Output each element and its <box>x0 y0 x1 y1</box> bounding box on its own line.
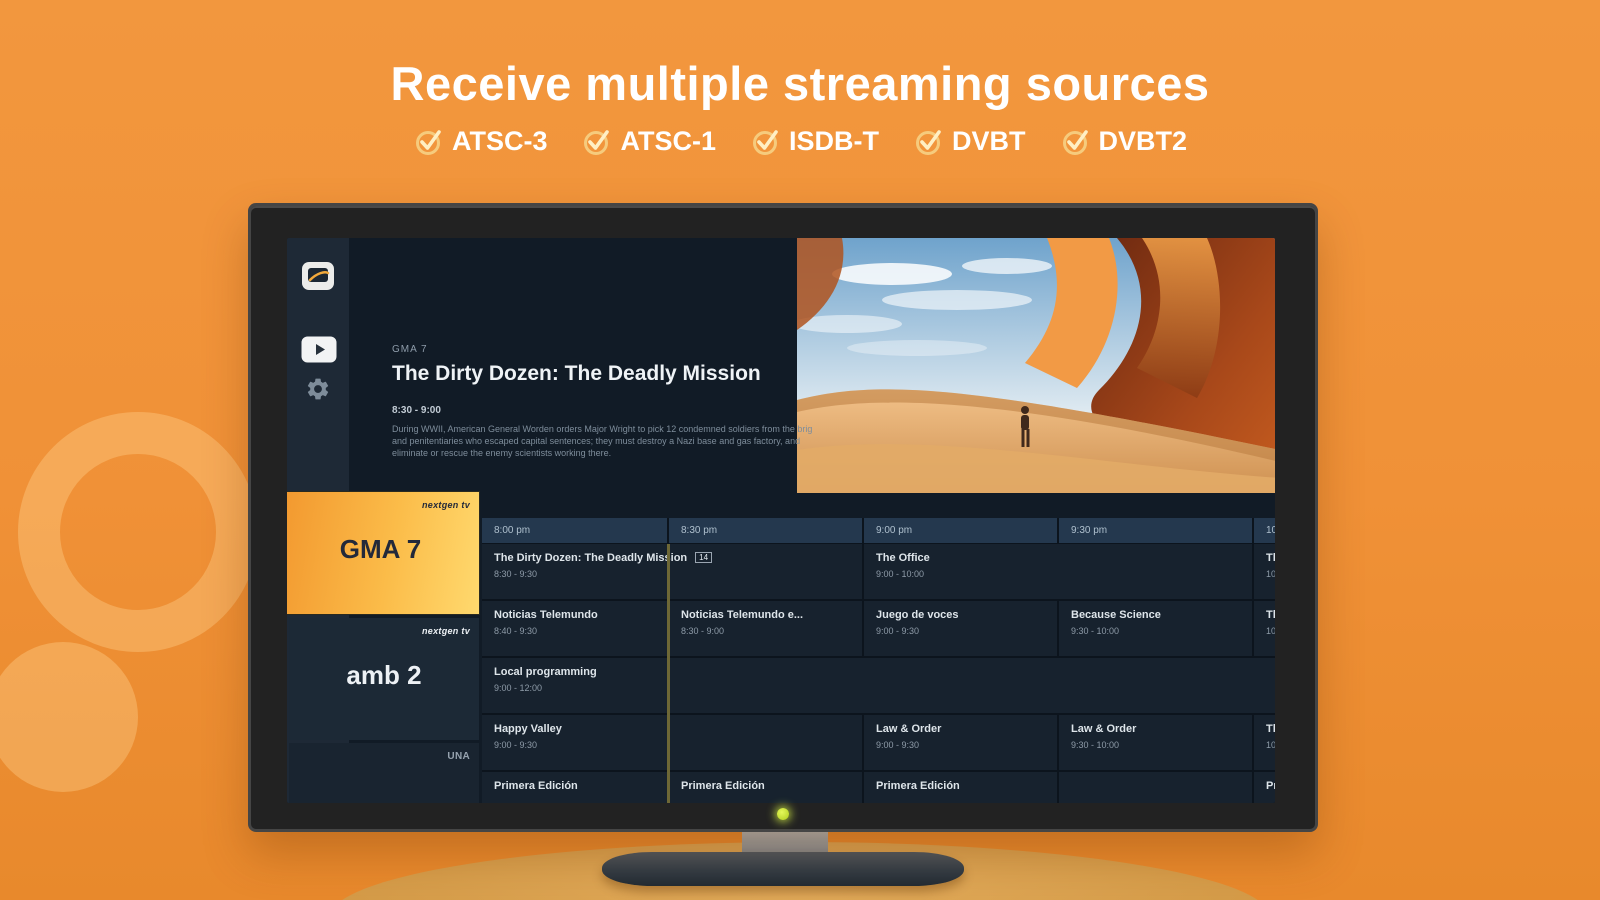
app-logo-icon[interactable] <box>301 261 335 296</box>
program-time: 9:00 - 9:30 <box>876 626 920 636</box>
program-cell[interactable]: Noticias Telemundo e... 8:30 - 9:00 <box>669 601 862 656</box>
time-slot-label: 8:00 pm <box>482 518 667 543</box>
time-slot-label: 9:00 pm <box>864 518 1057 543</box>
program-cell[interactable]: Pri <box>1254 772 1275 803</box>
time-slot-label: 10:00 pm <box>1254 518 1275 543</box>
standard-label: ATSC-1 <box>620 126 716 156</box>
decor-circle <box>0 642 138 792</box>
page-title: Receive multiple streaming sources <box>390 57 1210 110</box>
standard-badge: DVBT <box>913 126 1026 157</box>
program-title: Primera Edición <box>494 780 578 792</box>
program-title: Primera Edición <box>876 780 960 792</box>
check-icon <box>415 130 441 155</box>
program-cell[interactable]: The Office 9:00 - 10:00 <box>864 544 1252 599</box>
program-cell[interactable]: Primera Edición <box>864 772 1057 803</box>
time-slot-label: 8:30 pm <box>669 518 862 543</box>
hero-promo-image <box>792 238 1275 493</box>
standard-badge: ISDB-T <box>750 126 879 157</box>
program-time: 9:00 - 12:00 <box>494 683 543 693</box>
tv-screen: GMA 7 The Dirty Dozen: The Deadly Missio… <box>287 238 1275 803</box>
channel-name: amb 2 <box>346 660 422 690</box>
program-cell[interactable]: Happy Valley 9:00 - 9:30 <box>482 715 667 770</box>
program-title: Happy Valley <box>494 723 562 735</box>
tv-frame: GMA 7 The Dirty Dozen: The Deadly Missio… <box>248 203 1318 832</box>
program-cell-empty <box>1059 772 1252 803</box>
program-title: Noticias Telemundo <box>494 609 598 621</box>
tv-stand-base <box>602 852 964 886</box>
program-cell-empty <box>669 658 1275 713</box>
standard-label: DVBT2 <box>1098 126 1188 156</box>
check-icon <box>1062 130 1088 155</box>
live-tv-icon[interactable] <box>301 336 337 368</box>
program-time: 10: <box>1266 569 1275 579</box>
channel-brand-partial: UNA <box>447 751 470 762</box>
standard-label: DVBT <box>952 126 1026 156</box>
program-time: 8:30 - 9:00 <box>681 626 725 636</box>
standard-badge: ATSC-1 <box>581 126 716 157</box>
program-time: 8:30 - 9:30 <box>494 569 538 579</box>
standard-label: ISDB-T <box>789 126 879 156</box>
standards-list: ATSC-3 ATSC-1 ISDB-T DVBT DVBT2 <box>0 126 1600 157</box>
program-title: Primera Edición <box>681 780 765 792</box>
settings-icon[interactable] <box>305 376 331 407</box>
program-title: The <box>1266 552 1275 564</box>
program-cell[interactable]: Primera Edición <box>669 772 862 803</box>
program-time: 9:00 - 10:00 <box>876 569 925 579</box>
program-time: 9:30 - 10:00 <box>1071 626 1120 636</box>
program-time: 8:40 - 9:30 <box>494 626 538 636</box>
program-cell[interactable]: Local programming 9:00 - 12:00 <box>482 658 667 713</box>
program-cell[interactable]: Primera Edición <box>482 772 667 803</box>
time-slot-label: 9:30 pm <box>1059 518 1252 543</box>
standard-badge: ATSC-3 <box>413 126 548 157</box>
program-title: Local programming <box>494 666 597 678</box>
check-icon <box>584 130 610 155</box>
program-title: The Dirty Dozen: The Deadly Mission <box>494 552 688 564</box>
program-time: 9:00 - 9:30 <box>494 740 538 750</box>
program-title: Noticias Telemundo e... <box>681 609 804 621</box>
standard-badge: DVBT2 <box>1060 126 1188 157</box>
rating-badge: 14 <box>695 552 713 563</box>
program-title: Because Science <box>1071 609 1161 621</box>
program-cell[interactable]: The 10: <box>1254 715 1275 770</box>
current-time-indicator <box>667 544 670 803</box>
program-cell[interactable]: Because Science 9:30 - 10:00 <box>1059 601 1252 656</box>
program-title: Juego de voces <box>876 609 959 621</box>
check-icon <box>916 130 941 155</box>
program-cell[interactable]: Law & Order 9:00 - 9:30 <box>864 715 1057 770</box>
program-time: 9:30 - 10:00 <box>1071 740 1120 750</box>
program-cell-empty <box>669 715 862 770</box>
channel-card-partial[interactable]: UNA <box>289 743 479 803</box>
channel-name: GMA 7 <box>339 534 422 564</box>
program-title: Law & Order <box>876 723 942 735</box>
page-background: Receive multiple streaming sources ATSC-… <box>0 0 1600 900</box>
decor-ring <box>18 412 258 652</box>
hero-description: During WWII, American General Worden ord… <box>392 424 813 458</box>
nextgen-tv-logo: nextgen tv <box>421 626 470 636</box>
program-time: 9:00 - 9:30 <box>876 740 920 750</box>
program-time: 10: <box>1266 740 1275 750</box>
hero-title: The Dirty Dozen: The Deadly Mission <box>392 362 761 385</box>
program-title: The Office <box>876 552 930 564</box>
check-icon <box>753 130 778 155</box>
program-cell[interactable]: The 10: <box>1254 601 1275 656</box>
standard-label: ATSC-3 <box>451 126 548 156</box>
program-title: Pri <box>1266 780 1275 792</box>
hero-channel-label: GMA 7 <box>392 344 428 355</box>
program-cell[interactable]: Noticias Telemundo 8:40 - 9:30 <box>482 601 667 656</box>
program-cell[interactable]: The Dirty Dozen: The Deadly Mission 14 8:… <box>482 544 862 599</box>
program-cell[interactable]: The 10: <box>1254 544 1275 599</box>
program-cell[interactable]: Law & Order 9:30 - 10:00 <box>1059 715 1252 770</box>
hero-time: 8:30 - 9:00 <box>392 405 441 416</box>
channel-card-gma7[interactable]: nextgen tv GMA 7 <box>287 491 480 615</box>
program-cell[interactable]: Juego de voces 9:00 - 9:30 <box>864 601 1057 656</box>
power-led <box>777 808 789 820</box>
program-title: Law & Order <box>1071 723 1137 735</box>
program-title: The <box>1266 609 1275 621</box>
channel-card-amb2[interactable]: nextgen tv amb 2 <box>289 618 479 740</box>
program-time: 10: <box>1266 626 1275 636</box>
program-title: The <box>1266 723 1275 735</box>
nextgen-tv-logo: nextgen tv <box>421 500 470 510</box>
